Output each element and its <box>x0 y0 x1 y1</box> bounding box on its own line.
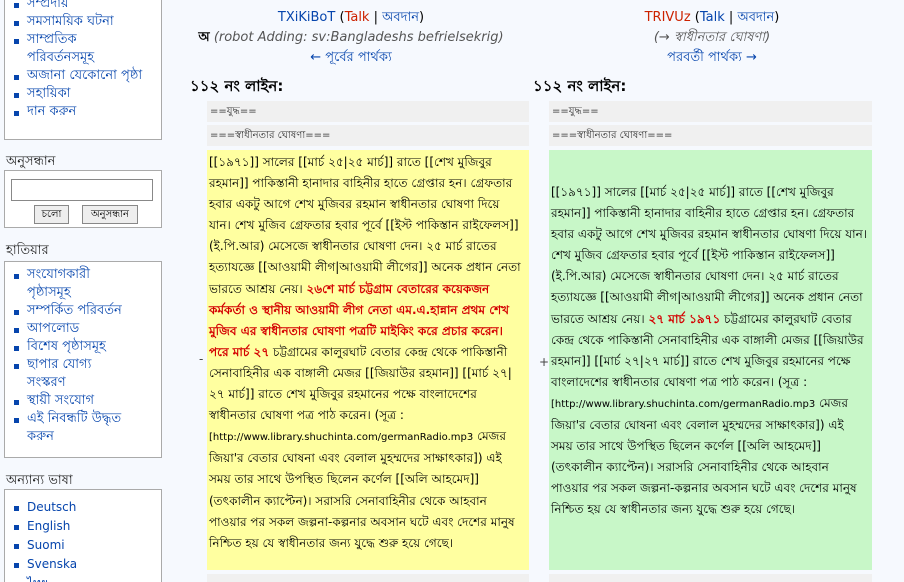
context-line-left-2: ===স্বাধীনতার ঘোষণা=== <box>207 125 529 146</box>
separator: | <box>724 10 738 25</box>
added-text-part-1: [[১৯৭১]] সালের [[মার্চ ২৫|২৫ মার্চ]] রাত… <box>551 185 868 326</box>
context-line-left-1: ==যুদ্ধ== <box>207 101 529 122</box>
added-source-url: [http://www.library.shuchinta.com/german… <box>551 398 816 410</box>
tool-printable-label-1[interactable]: ছাপার যোগ্য <box>27 357 91 372</box>
next-diff-link[interactable]: পরবর্তী পার্থক্য → <box>667 50 757 65</box>
tools-portlet: সংযোগকারী পৃষ্ঠাসমূহ সম্পর্কিত পরিবর্তন আ… <box>4 261 162 458</box>
context-line-right-bottom <box>549 574 872 582</box>
tool-cite-article[interactable]: এই নিবন্ধটি উদ্ধৃত করুন <box>11 410 161 446</box>
paren-close: ) <box>774 10 780 25</box>
deleted-line-marker: - <box>199 352 204 366</box>
go-button[interactable]: চলো <box>34 205 69 224</box>
tools-title: হাতিয়ার <box>6 243 49 258</box>
new-revision-contribs-link[interactable]: অবদান <box>737 10 774 25</box>
old-revision-contribs-link[interactable]: অবদান <box>382 10 419 25</box>
added-text-block: [[১৯৭১]] সালের [[মার্চ ২৫|২৫ মার্চ]] রাত… <box>549 150 872 570</box>
old-revision-header: TXiKiBoT (Talk | অবদান) অ (robot Adding:… <box>174 8 528 68</box>
tool-printable-label-2[interactable]: সংস্করণ <box>27 375 66 390</box>
nav-item-recent-changes[interactable]: সাম্প্রতিক পরিবর্তনসমূহ <box>11 31 161 67</box>
new-revision-summary: (→ স্বাধীনতার ঘোষণা) <box>653 30 771 45</box>
context-line-right-2: ===স্বাধীনতার ঘোষণা=== <box>549 125 872 146</box>
tool-cite-label-1[interactable]: এই নিবন্ধটি উদ্ধৃত <box>27 411 121 426</box>
sidebar: সম্প্রদায় সমসাময়িক ঘটনা সাম্প্রতিক পরিব… <box>0 0 170 582</box>
deleted-text-part-1: [[১৯৭১]] সালের [[মার্চ ২৫|২৫ মার্চ]] রাত… <box>209 155 521 296</box>
separator: | <box>369 10 383 25</box>
previous-diff-link[interactable]: ← পূর্বের পার্থক্য <box>310 50 391 65</box>
new-revision-user-link[interactable]: TRIVUz <box>645 10 691 25</box>
old-revision-user-link[interactable]: TXiKiBoT <box>278 10 335 25</box>
lang-link-en[interactable]: English <box>11 517 161 536</box>
minor-edit-flag: অ <box>198 30 210 45</box>
nav-item-random-page[interactable]: অজানা যেকোনো পৃষ্ঠা <box>11 67 161 85</box>
lang-link-sv[interactable]: Svenska <box>11 555 161 574</box>
nav-item-help[interactable]: সহায়িকা <box>11 85 161 103</box>
tool-printable-version[interactable]: ছাপার যোগ্য সংস্করণ <box>11 356 161 392</box>
search-button[interactable]: অনুসন্ধান <box>82 205 138 224</box>
tool-cite-label-2[interactable]: করুন <box>27 429 54 444</box>
paren-close: ) <box>418 10 425 25</box>
nav-item-current-events[interactable]: সমসাময়িক ঘটনা <box>11 13 161 31</box>
new-revision-header: TRIVUz (Talk | অবদান) (→ স্বাধীনতার ঘোষণ… <box>552 8 872 68</box>
added-highlight: ২৭ মার্চ ১৯৭১ <box>648 311 721 326</box>
nav-item-recent-changes-label-2[interactable]: পরিবর্তনসমূহ <box>27 50 94 65</box>
line-number-left: ১১২ নং লাইন: <box>190 77 284 95</box>
added-text-part-3: মেজর জিয়া'র বেতার ঘোষনা এবং বেলাল মুহম্… <box>551 395 857 517</box>
search-title: অনুসন্ধান <box>6 154 56 169</box>
tool-what-links-here[interactable]: সংযোগকারী পৃষ্ঠাসমূহ <box>11 266 161 302</box>
nav-item-donate[interactable]: দান করুন <box>11 103 161 121</box>
languages-portlet: Deutsch English Suomi Svenska ไทย <box>4 489 162 582</box>
languages-title: অন্যান্য ভাষা <box>6 473 73 488</box>
added-line-marker: + <box>539 355 550 369</box>
old-revision-talk-link[interactable]: Talk <box>345 10 370 25</box>
tool-related-changes[interactable]: সম্পর্কিত পরিবর্তন <box>11 302 161 320</box>
deleted-text-part-3: মেজর জিয়া'র বেতার ঘোষনা এবং বেলাল মুহম্… <box>209 429 515 550</box>
old-revision-summary: (robot Adding: sv:Bangladeshs befrielsek… <box>213 30 504 45</box>
lang-link-th[interactable]: ไทย <box>11 574 161 582</box>
navigation-portlet: সম্প্রদায় সমসাময়িক ঘটনা সাম্প্রতিক পরিব… <box>4 0 162 140</box>
lang-link-de[interactable]: Deutsch <box>11 498 161 517</box>
tool-special-pages[interactable]: বিশেষ পৃষ্ঠাসমূহ <box>11 338 161 356</box>
search-input[interactable] <box>11 179 153 201</box>
search-portlet: চলো অনুসন্ধান <box>4 170 162 228</box>
tool-permanent-link[interactable]: স্থায়ী সংযোগ <box>11 392 161 410</box>
tool-what-links-here-label-2[interactable]: পৃষ্ঠাসমূহ <box>27 285 71 300</box>
tool-upload[interactable]: আপলোড <box>11 320 161 338</box>
lang-link-fi[interactable]: Suomi <box>11 536 161 555</box>
context-line-right-1: ==যুদ্ধ== <box>549 101 872 122</box>
deleted-source-url: [http://www.library.shuchinta.com/german… <box>209 432 474 444</box>
line-number-right: ১১২ নং লাইন: <box>533 77 627 95</box>
deleted-text-block: [[১৯৭১]] সালের [[মার্চ ২৫|২৫ মার্চ]] রাত… <box>207 150 529 570</box>
new-revision-talk-link[interactable]: Talk <box>700 10 725 25</box>
tool-what-links-here-label-1[interactable]: সংযোগকারী <box>27 267 90 282</box>
context-line-left-bottom <box>207 574 529 582</box>
nav-item-community[interactable]: সম্প্রদায় <box>11 0 161 13</box>
nav-item-recent-changes-label-1[interactable]: সাম্প্রতিক <box>27 32 77 47</box>
